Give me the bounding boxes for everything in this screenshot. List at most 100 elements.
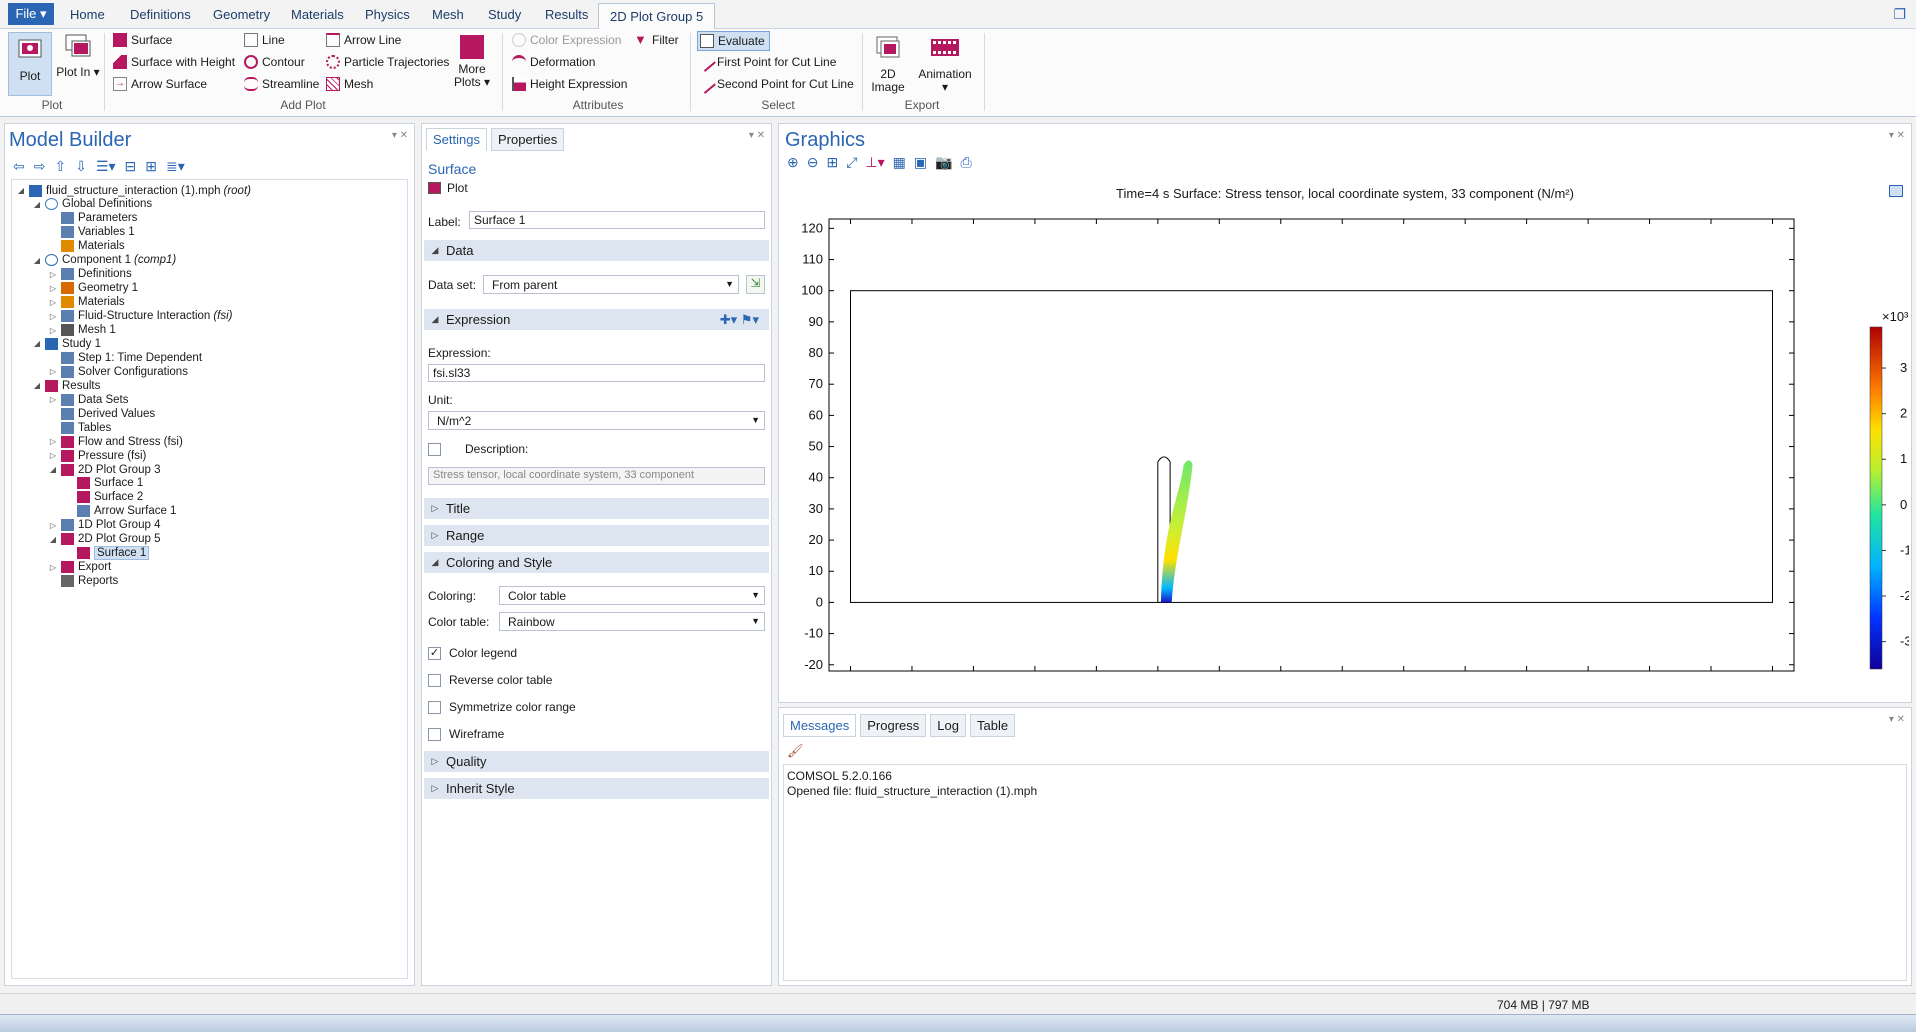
deformation-button[interactable]: Deformation xyxy=(512,55,595,69)
tab-mesh[interactable]: Mesh xyxy=(432,7,464,22)
collapse-icon[interactable]: ◢ xyxy=(32,256,42,265)
plot-area[interactable]: 0204060801001201401601802002202402602803… xyxy=(779,204,1909,674)
expand-icon[interactable]: ▷ xyxy=(48,563,58,572)
expand-icon[interactable]: ▷ xyxy=(48,395,58,404)
height-expression-button[interactable]: Height Expression xyxy=(512,77,627,91)
add-particle-trajectories-button[interactable]: Particle Trajectories xyxy=(326,55,449,69)
expand-all-icon[interactable]: ⊞ xyxy=(145,158,157,175)
add-arrow-line-button[interactable]: Arrow Line xyxy=(326,33,401,47)
collapse-all-icon[interactable]: ⊟ xyxy=(125,158,137,175)
tab-study[interactable]: Study xyxy=(488,7,521,22)
clear-messages-icon[interactable]: 🖌 xyxy=(787,743,804,759)
section-data[interactable]: ◢ Data xyxy=(424,240,769,261)
plot-link[interactable]: Plot xyxy=(428,181,468,195)
back-arrow-icon[interactable]: ⇦ xyxy=(13,158,25,175)
evaluate-button[interactable]: Evaluate xyxy=(697,31,770,51)
expand-icon[interactable]: ▷ xyxy=(48,284,58,293)
tab-properties[interactable]: Properties xyxy=(490,128,565,151)
camera-icon[interactable]: 📷 xyxy=(935,154,952,171)
collapse-icon[interactable]: ◢ xyxy=(32,200,42,209)
tab-physics[interactable]: Physics xyxy=(365,7,410,22)
color-expression-button[interactable]: Color Expression xyxy=(512,33,621,47)
description-checkbox[interactable]: Description: xyxy=(428,442,528,456)
add-streamline-button[interactable]: Streamline xyxy=(244,77,319,91)
collapse-icon[interactable]: ◢ xyxy=(48,465,58,474)
add-mesh-button[interactable]: Mesh xyxy=(326,77,373,91)
axis-orientation-icon[interactable]: ⊥▾ xyxy=(865,154,884,171)
add-surface-button[interactable]: Surface xyxy=(113,33,172,47)
move-down-icon[interactable]: ⇩ xyxy=(75,158,87,175)
style-checkbox[interactable]: Reverse color table xyxy=(428,673,552,687)
coloring-select[interactable]: Color table ▼ xyxy=(499,586,765,605)
collapse-icon[interactable]: ◢ xyxy=(16,186,26,195)
insert-expression-icon[interactable]: ✚▾ ⚑▾ xyxy=(720,312,759,328)
tab-table[interactable]: Table xyxy=(969,714,1016,737)
goto-source-icon[interactable]: ⇲ xyxy=(746,275,765,294)
section-quality[interactable]: ▷ Quality xyxy=(424,751,769,772)
tab-messages[interactable]: Messages xyxy=(783,714,857,737)
section-inherit-style[interactable]: ▷ Inherit Style xyxy=(424,778,769,799)
graphics-pin-icon[interactable]: ▾ ✕ xyxy=(1889,130,1905,141)
show-icon[interactable]: ☰▾ xyxy=(96,158,116,175)
move-up-icon[interactable]: ⇧ xyxy=(54,158,66,175)
first-point-cutline-button[interactable]: First Point for Cut Line xyxy=(696,52,836,72)
tree-node[interactable]: Reports xyxy=(48,573,118,590)
file-menu-button[interactable]: File ▾ xyxy=(8,3,54,25)
tab-home[interactable]: Home xyxy=(70,7,105,22)
scene-light-icon[interactable]: ▣ xyxy=(914,154,927,171)
collapse-icon[interactable]: ◢ xyxy=(48,535,58,544)
expression-field[interactable]: fsi.sl33 xyxy=(428,364,765,382)
plot-button[interactable]: Plot xyxy=(8,32,52,96)
expand-icon[interactable]: ▷ xyxy=(48,326,58,335)
tab-results[interactable]: Results xyxy=(545,7,588,22)
messages-pin-icon[interactable]: ▾ ✕ xyxy=(1889,714,1905,725)
section-title[interactable]: ▷ Title xyxy=(424,498,769,519)
add-contour-button[interactable]: Contour xyxy=(244,55,305,69)
expand-icon[interactable]: ▷ xyxy=(48,521,58,530)
forward-arrow-icon[interactable]: ⇨ xyxy=(34,158,46,175)
grid-icon[interactable]: ▦ xyxy=(893,154,906,171)
unit-select[interactable]: N/m^2 ▼ xyxy=(428,411,765,430)
expand-icon[interactable]: ▷ xyxy=(48,312,58,321)
pin-icon[interactable]: ▾ ✕ xyxy=(392,130,408,141)
animation-button[interactable]: Animation ▾ xyxy=(914,35,976,94)
zoom-in-icon[interactable]: ⊕ xyxy=(787,154,799,171)
colortable-select[interactable]: Rainbow ▼ xyxy=(499,612,765,631)
section-range[interactable]: ▷ Range xyxy=(424,525,769,546)
add-arrow-surface-button[interactable]: → Arrow Surface xyxy=(113,77,207,91)
section-expression[interactable]: ◢ Expression ✚▾ ⚑▾ xyxy=(424,309,769,330)
tab-progress[interactable]: Progress xyxy=(860,714,927,737)
add-surface-height-button[interactable]: Surface with Height xyxy=(113,55,235,69)
description-field[interactable]: Stress tensor, local coordinate system, … xyxy=(428,467,765,485)
second-point-cutline-button[interactable]: Second Point for Cut Line xyxy=(696,74,854,94)
style-checkbox[interactable]: ✓ Color legend xyxy=(428,646,517,660)
settings-pin-icon[interactable]: ▾ ✕ xyxy=(749,130,765,141)
tab-geometry[interactable]: Geometry xyxy=(213,7,270,22)
expand-icon[interactable]: ▷ xyxy=(48,298,58,307)
style-checkbox[interactable]: Symmetrize color range xyxy=(428,700,576,714)
collapse-icon[interactable]: ◢ xyxy=(32,339,42,348)
tab-2d-plot-group-5[interactable]: 2D Plot Group 5 xyxy=(598,3,716,30)
expand-icon[interactable]: ▷ xyxy=(48,437,58,446)
tab-definitions[interactable]: Definitions xyxy=(130,7,191,22)
add-line-button[interactable]: Line xyxy=(244,33,285,47)
expand-icon[interactable]: ▷ xyxy=(48,451,58,460)
more-plots-button[interactable]: More Plots ▾ xyxy=(452,35,492,89)
style-checkbox[interactable]: Wireframe xyxy=(428,727,504,741)
tab-settings[interactable]: Settings xyxy=(426,128,487,151)
help-icon[interactable]: ❐ xyxy=(1893,6,1906,23)
2d-image-button[interactable]: 2D Image xyxy=(868,35,908,94)
plot-in-button[interactable]: Plot In ▾ xyxy=(56,33,100,79)
tab-log[interactable]: Log xyxy=(930,714,966,737)
section-coloring-style[interactable]: ◢ Coloring and Style xyxy=(424,552,769,573)
collapse-icon[interactable]: ◢ xyxy=(32,381,42,390)
label-field[interactable]: Surface 1 xyxy=(469,211,765,229)
expand-icon[interactable]: ▷ xyxy=(48,367,58,376)
tree-options-icon[interactable]: ≣▾ xyxy=(166,158,185,175)
print-icon[interactable]: ⎙ xyxy=(961,154,972,171)
zoom-out-icon[interactable]: ⊖ xyxy=(807,154,819,171)
dataset-select[interactable]: From parent ▼ xyxy=(483,275,739,294)
zoom-box-icon[interactable]: ⊞ xyxy=(826,154,838,171)
tab-materials[interactable]: Materials xyxy=(291,7,344,22)
zoom-extents-icon[interactable]: ⤢ xyxy=(846,154,857,171)
